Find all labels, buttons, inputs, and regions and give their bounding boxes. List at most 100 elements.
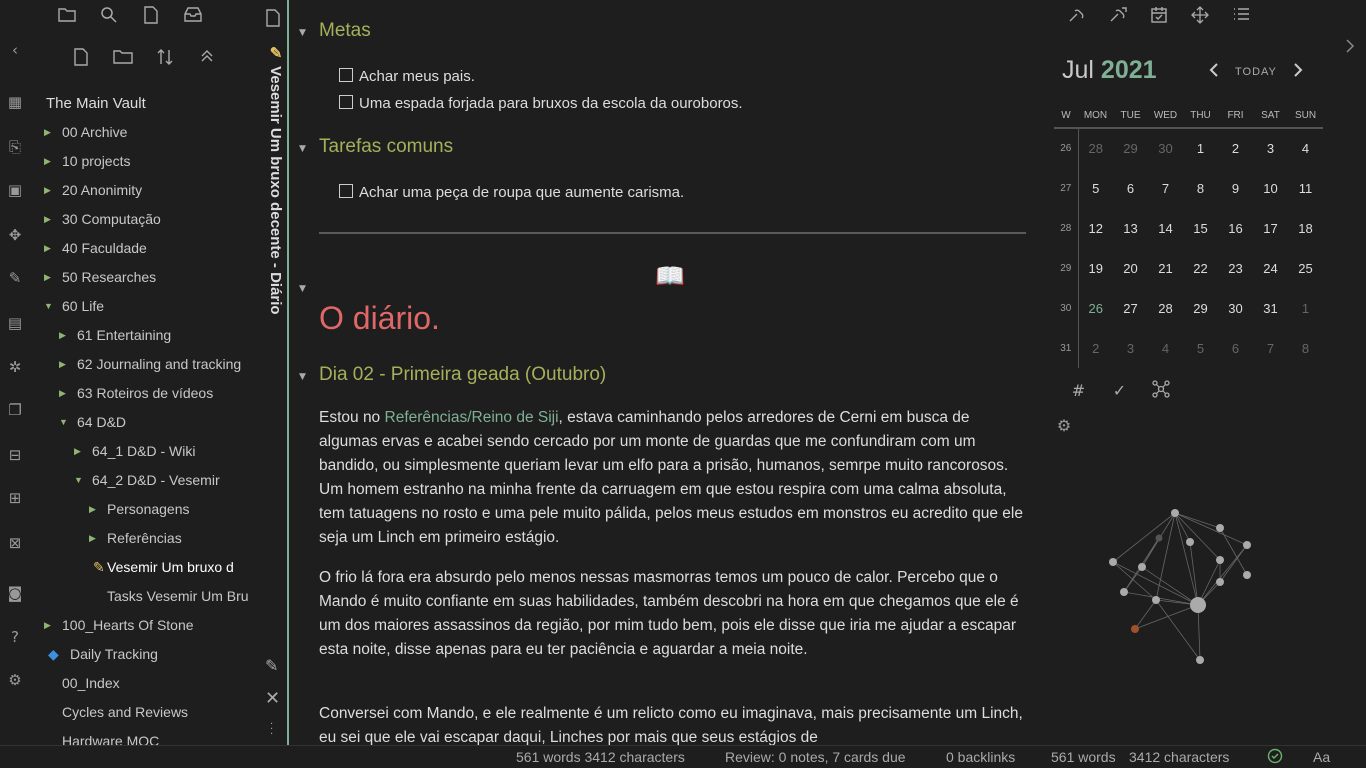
caret-right-icon[interactable]: ▶ bbox=[74, 437, 81, 466]
local-graph[interactable] bbox=[1104, 500, 1324, 670]
caret-right-icon[interactable]: ▶ bbox=[59, 350, 66, 379]
check-icon[interactable]: ✓ bbox=[1109, 380, 1130, 401]
gallery-icon[interactable]: ▣ bbox=[5, 180, 25, 200]
tree-item[interactable]: ▼ 60 Life bbox=[30, 292, 260, 321]
review-status[interactable]: Review: 0 notes, 7 cards due bbox=[725, 749, 906, 765]
calendar-day[interactable]: 28 bbox=[1078, 128, 1113, 168]
calendar-day[interactable]: 1 bbox=[1183, 128, 1218, 168]
calendar-day[interactable]: 21 bbox=[1148, 248, 1183, 288]
caret-right-icon[interactable]: ▶ bbox=[59, 321, 66, 350]
task-item[interactable]: Achar uma peça de roupa que aumente cari… bbox=[339, 184, 684, 201]
edit-icon[interactable]: ✎ bbox=[265, 656, 278, 675]
task-checkbox[interactable] bbox=[339, 68, 353, 82]
fold-toggle-icon[interactable]: ▼ bbox=[299, 144, 306, 154]
inbox-icon[interactable]: ⎘ bbox=[5, 137, 25, 157]
calendar-day[interactable]: 30 bbox=[1218, 288, 1253, 328]
caret-right-icon[interactable]: ▶ bbox=[44, 611, 51, 640]
tree-item[interactable]: ▶ Referências bbox=[30, 524, 260, 553]
calendar-day[interactable]: 10 bbox=[1253, 168, 1288, 208]
calendar-day[interactable]: 2 bbox=[1218, 128, 1253, 168]
calendar-day[interactable]: 29 bbox=[1183, 288, 1218, 328]
calendar-day[interactable]: 3 bbox=[1253, 128, 1288, 168]
backlinks-count[interactable]: 0 backlinks bbox=[946, 749, 1015, 765]
caret-right-icon[interactable]: ▶ bbox=[44, 205, 51, 234]
collapse-all-icon[interactable] bbox=[196, 48, 217, 69]
tree-item[interactable]: ▶ 30 Computação bbox=[30, 205, 260, 234]
calendar-day[interactable]: 18 bbox=[1288, 208, 1323, 248]
calendar-day[interactable]: 30 bbox=[1148, 128, 1183, 168]
calendar-day[interactable]: 8 bbox=[1183, 168, 1218, 208]
vault-title[interactable]: The Main Vault bbox=[46, 95, 146, 112]
task-item[interactable]: Uma espada forjada para bruxos da escola… bbox=[339, 95, 743, 112]
inbox-icon[interactable] bbox=[182, 6, 203, 27]
calendar-day[interactable]: 17 bbox=[1253, 208, 1288, 248]
calendar-day[interactable]: 5 bbox=[1078, 168, 1113, 208]
calendar-day[interactable]: 7 bbox=[1253, 328, 1288, 368]
list-icon[interactable] bbox=[1230, 6, 1252, 27]
font-size-button[interactable]: Aa bbox=[1313, 749, 1330, 765]
calendar-day[interactable]: 12 bbox=[1078, 208, 1113, 248]
chevron-left-icon[interactable] bbox=[1208, 62, 1220, 81]
calendar-day[interactable]: 31 bbox=[1253, 288, 1288, 328]
pane-title[interactable]: ✎ Vesemir Um bruxo decente - Diário bbox=[266, 44, 284, 315]
tree-item[interactable]: ▶ 20 Anonimity bbox=[30, 176, 260, 205]
sync-check-icon[interactable] bbox=[1267, 748, 1283, 767]
calendar-day[interactable]: 6 bbox=[1113, 168, 1148, 208]
task-checkbox[interactable] bbox=[339, 95, 353, 109]
document-icon[interactable]: ▤ bbox=[5, 313, 25, 333]
caret-down-icon[interactable]: ▼ bbox=[59, 408, 68, 437]
caret-right-icon[interactable]: ▶ bbox=[44, 118, 51, 147]
collapse-left-icon[interactable]: ‹ bbox=[5, 40, 25, 60]
blocks-icon[interactable]: ⊞ bbox=[5, 488, 25, 508]
outgoing-links-icon[interactable] bbox=[1107, 6, 1129, 27]
calendar-day[interactable]: 4 bbox=[1148, 328, 1183, 368]
tree-item[interactable]: ▼ 64_2 D&D - Vesemir bbox=[30, 466, 260, 495]
caret-right-icon[interactable]: ▶ bbox=[44, 234, 51, 263]
new-folder-icon[interactable] bbox=[112, 48, 133, 69]
calendar-day[interactable]: 9 bbox=[1218, 168, 1253, 208]
caret-right-icon[interactable]: ▶ bbox=[44, 263, 51, 292]
more-options-icon[interactable]: · · · bbox=[270, 720, 273, 740]
calendar-day[interactable]: 1 bbox=[1288, 288, 1323, 328]
tree-item[interactable]: ▶ 100_Hearts Of Stone bbox=[30, 611, 260, 640]
copy-icon[interactable]: ❐ bbox=[5, 400, 25, 420]
tree-item[interactable]: ▶ 64_1 D&D - Wiki bbox=[30, 437, 260, 466]
backlinks-icon[interactable] bbox=[1066, 6, 1088, 27]
new-note-icon[interactable] bbox=[70, 48, 91, 69]
tree-item[interactable]: Tasks Vesemir Um Bru bbox=[30, 582, 260, 611]
sort-icon[interactable] bbox=[154, 48, 175, 69]
tree-item[interactable]: ▶ 40 Faculdade bbox=[30, 234, 260, 263]
calendar-day[interactable]: 25 bbox=[1288, 248, 1323, 288]
archive-icon[interactable]: ◙ bbox=[5, 583, 25, 603]
tree-item[interactable]: ▶ Personagens bbox=[30, 495, 260, 524]
calendar-check-icon[interactable] bbox=[1148, 6, 1170, 27]
calendar-day[interactable]: 14 bbox=[1148, 208, 1183, 248]
calendar-day[interactable]: 4 bbox=[1288, 128, 1323, 168]
calendar-day[interactable]: 16 bbox=[1218, 208, 1253, 248]
tree-item[interactable]: Cycles and Reviews bbox=[30, 698, 260, 727]
tree-item[interactable]: ▼ 64 D&D bbox=[30, 408, 260, 437]
tree-item[interactable]: 00_Index bbox=[30, 669, 260, 698]
tree-item[interactable]: ▶ 10 projects bbox=[30, 147, 260, 176]
caret-right-icon[interactable]: ▶ bbox=[89, 495, 96, 524]
caret-down-icon[interactable]: ▼ bbox=[44, 292, 53, 321]
move-icon[interactable] bbox=[1189, 6, 1211, 27]
calendar-day[interactable]: 24 bbox=[1253, 248, 1288, 288]
move-icon[interactable]: ✥ bbox=[5, 225, 25, 245]
fold-toggle-icon[interactable]: ▼ bbox=[299, 28, 306, 38]
graph-icon[interactable]: ✲ bbox=[5, 357, 25, 377]
task-checkbox[interactable] bbox=[339, 184, 353, 198]
tree-item[interactable]: ▶ 50 Researches bbox=[30, 263, 260, 292]
tree-item[interactable]: ▶ 61 Entertaining bbox=[30, 321, 260, 350]
caret-down-icon[interactable]: ▼ bbox=[74, 466, 83, 495]
calendar-day[interactable]: 23 bbox=[1218, 248, 1253, 288]
note-editor[interactable]: ▼ Metas Achar meus pais. Uma espada forj… bbox=[289, 0, 1044, 745]
pencil-icon[interactable]: ✎ bbox=[5, 268, 25, 288]
table-icon[interactable]: ▦ bbox=[5, 92, 25, 112]
table-add-icon[interactable]: ⊠ bbox=[5, 533, 25, 553]
calendar-day[interactable]: 3 bbox=[1113, 328, 1148, 368]
help-icon[interactable]: ? bbox=[5, 627, 25, 647]
cards-icon[interactable]: ⊟ bbox=[5, 445, 25, 465]
close-icon[interactable]: ✕ bbox=[265, 688, 280, 709]
calendar-day[interactable]: 2 bbox=[1078, 328, 1113, 368]
